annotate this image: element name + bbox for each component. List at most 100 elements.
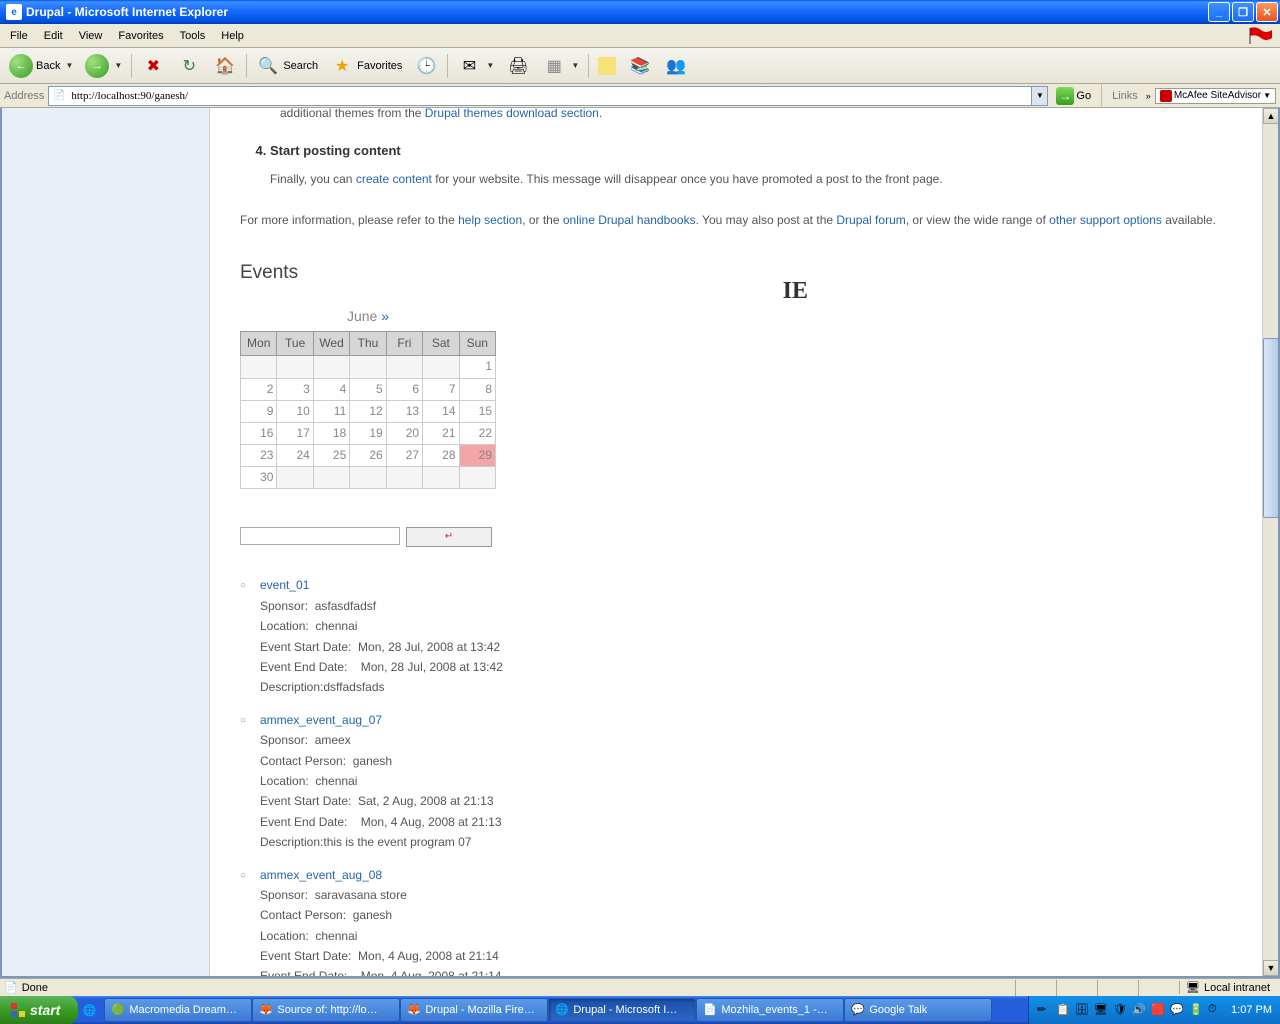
- calendar-cell[interactable]: 17: [277, 422, 313, 444]
- mcafee-siteadvisor[interactable]: McAfee SiteAdvisor ▼: [1155, 88, 1276, 104]
- taskbar-item[interactable]: 🦊Drupal - Mozilla Fire…: [400, 998, 548, 1022]
- scroll-thumb[interactable]: [1263, 338, 1279, 518]
- event-title[interactable]: ammex_event_aug_07: [260, 713, 382, 727]
- calendar-cell[interactable]: 14: [423, 400, 459, 422]
- ql-ie-icon[interactable]: 🌐: [82, 1001, 96, 1019]
- messenger-button[interactable]: 👥: [659, 51, 693, 81]
- close-button[interactable]: ✕: [1256, 2, 1278, 22]
- tray-icon[interactable]: 📋: [1056, 1003, 1070, 1017]
- favorites-button[interactable]: ★Favorites: [325, 51, 407, 81]
- calendar-cell: [423, 356, 459, 378]
- calendar-cell[interactable]: 29: [459, 445, 495, 467]
- menu-tools[interactable]: Tools: [172, 27, 214, 45]
- event-search-input[interactable]: [240, 527, 400, 545]
- tray-clock[interactable]: 1:07 PM: [1231, 1004, 1272, 1016]
- calendar-cell[interactable]: 12: [350, 400, 386, 422]
- link-forum[interactable]: Drupal forum: [836, 213, 905, 227]
- taskbar-item[interactable]: 🟢Macromedia Dream…: [104, 998, 252, 1022]
- calendar-cell[interactable]: 3: [277, 378, 313, 400]
- calendar-cell[interactable]: 5: [350, 378, 386, 400]
- calendar-cell[interactable]: 24: [277, 445, 313, 467]
- calendar-cell[interactable]: 19: [350, 422, 386, 444]
- tray-icon[interactable]: ⏱: [1208, 1003, 1222, 1017]
- edit-button[interactable]: ▦▼: [537, 51, 584, 81]
- calendar-cell[interactable]: 1: [459, 356, 495, 378]
- note-button[interactable]: [593, 54, 621, 78]
- calendar-cell[interactable]: 30: [241, 467, 277, 489]
- calendar-cell[interactable]: 11: [313, 400, 349, 422]
- calendar-cell[interactable]: 23: [241, 445, 277, 467]
- vertical-scrollbar[interactable]: ▲ ▼: [1262, 108, 1278, 976]
- go-button[interactable]: → Go: [1052, 85, 1095, 107]
- forward-button[interactable]: → ▼: [80, 51, 127, 81]
- event-search-button[interactable]: ↵: [406, 527, 492, 547]
- address-input[interactable]: [69, 90, 1031, 102]
- taskbar-item[interactable]: 🌐Drupal - Microsoft I…: [548, 998, 696, 1022]
- link-support[interactable]: other support options: [1049, 213, 1162, 227]
- calendar-cell[interactable]: 15: [459, 400, 495, 422]
- security-zone[interactable]: 🖥 Local intranet: [1179, 981, 1276, 994]
- calendar-day-header: Tue: [277, 332, 313, 356]
- maximize-button[interactable]: ❐: [1232, 2, 1254, 22]
- calendar-cell[interactable]: 13: [386, 400, 422, 422]
- minimize-button[interactable]: _: [1208, 2, 1230, 22]
- calendar-cell[interactable]: 21: [423, 422, 459, 444]
- taskbar-item[interactable]: 📄Mozhila_events_1 -…: [696, 998, 844, 1022]
- calendar-cell[interactable]: 7: [423, 378, 459, 400]
- calendar-cell[interactable]: 18: [313, 422, 349, 444]
- link-handbooks[interactable]: online Drupal handbooks: [563, 213, 696, 227]
- calendar-cell[interactable]: 4: [313, 378, 349, 400]
- calendar-cell[interactable]: 25: [313, 445, 349, 467]
- link-help[interactable]: help section: [458, 213, 522, 227]
- calendar-cell[interactable]: 22: [459, 422, 495, 444]
- calendar-cell[interactable]: 20: [386, 422, 422, 444]
- tray-icon[interactable]: 🛡: [1113, 1003, 1127, 1017]
- calendar-next[interactable]: »: [381, 308, 389, 324]
- stop-button[interactable]: ✖: [136, 51, 170, 81]
- calendar-cell[interactable]: 10: [277, 400, 313, 422]
- calendar-cell[interactable]: 9: [241, 400, 277, 422]
- tray-icon[interactable]: 🖥: [1094, 1003, 1108, 1017]
- print-button[interactable]: 🖨: [501, 51, 535, 81]
- taskbar-item[interactable]: 💬Google Talk: [844, 998, 992, 1022]
- tray-icon[interactable]: 🔊: [1132, 1003, 1146, 1017]
- research-button[interactable]: 📚: [623, 51, 657, 81]
- tray-icon[interactable]: 🗄: [1075, 1003, 1089, 1017]
- menu-help[interactable]: Help: [213, 27, 252, 45]
- events-heading: Events: [240, 258, 1232, 288]
- menu-view[interactable]: View: [71, 27, 111, 45]
- calendar-cell[interactable]: 6: [386, 378, 422, 400]
- app-icon: 🦊: [407, 1003, 421, 1017]
- menu-file[interactable]: File: [2, 27, 36, 45]
- tray-icon[interactable]: ✏: [1037, 1003, 1051, 1017]
- scroll-up-button[interactable]: ▲: [1263, 108, 1279, 124]
- calendar-cell[interactable]: 28: [423, 445, 459, 467]
- calendar-cell[interactable]: 27: [386, 445, 422, 467]
- address-dropdown[interactable]: ▼: [1031, 87, 1047, 105]
- scroll-down-button[interactable]: ▼: [1263, 960, 1279, 976]
- calendar-cell[interactable]: 8: [459, 378, 495, 400]
- links-label[interactable]: Links: [1108, 90, 1142, 102]
- search-button[interactable]: 🔍Search: [251, 51, 323, 81]
- calendar-cell: [277, 467, 313, 489]
- window-title: Drupal - Microsoft Internet Explorer: [26, 5, 1208, 19]
- back-button[interactable]: ← Back ▼: [4, 51, 78, 81]
- history-button[interactable]: 🕒: [409, 51, 443, 81]
- menu-favorites[interactable]: Favorites: [110, 27, 171, 45]
- calendar-cell[interactable]: 16: [241, 422, 277, 444]
- taskbar-item[interactable]: 🦊Source of: http://lo…: [252, 998, 400, 1022]
- home-button[interactable]: 🏠: [208, 51, 242, 81]
- tray-icon[interactable]: 🟥: [1151, 1003, 1165, 1017]
- link-themes[interactable]: Drupal themes download section: [425, 108, 599, 120]
- tray-icon[interactable]: 🔋: [1189, 1003, 1203, 1017]
- mail-button[interactable]: ✉▼: [452, 51, 499, 81]
- start-button[interactable]: start: [0, 996, 78, 1024]
- tray-icon[interactable]: 💬: [1170, 1003, 1184, 1017]
- link-create-content[interactable]: create content: [356, 172, 432, 186]
- refresh-button[interactable]: ↻: [172, 51, 206, 81]
- calendar-cell[interactable]: 26: [350, 445, 386, 467]
- event-title[interactable]: event_01: [260, 578, 309, 592]
- calendar-cell[interactable]: 2: [241, 378, 277, 400]
- event-title[interactable]: ammex_event_aug_08: [260, 868, 382, 882]
- menu-edit[interactable]: Edit: [36, 27, 71, 45]
